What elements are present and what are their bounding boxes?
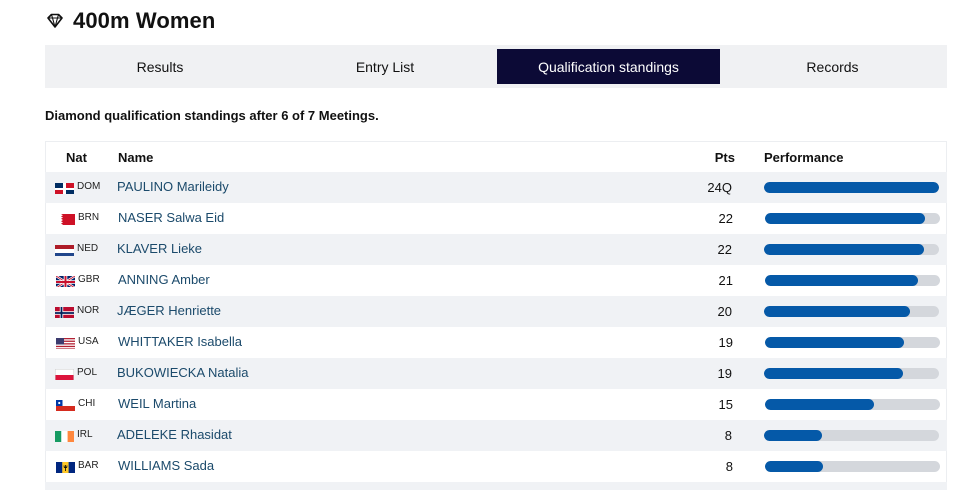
athlete-link[interactable]: NASER Salwa Eid [118,210,224,225]
table-row: DOM PAULINO Marileidy 24Q [45,172,947,203]
performance-bar [764,430,939,441]
table-row: IRL ADELEKE Rhasidat 8 [45,420,947,451]
tab-entry-list[interactable]: Entry List [275,45,495,88]
standings-note: Diamond qualification standings after 6 … [45,108,379,123]
page-title: 400m Women [73,8,216,33]
table-row: BAR WILLIAMS Sada 8 [45,451,947,482]
nat-code: NED [77,243,99,254]
nat-code: CHI [78,398,96,409]
athlete-link[interactable]: WILLIAMS Sada [118,458,214,473]
performance-bar [765,461,940,472]
points-value: 19 [717,366,732,381]
nat-code: POL [77,367,98,378]
table-row: BRN NASER Salwa Eid 22 [45,203,947,234]
table-row: USA WHITTAKER Isabella 19 [45,327,947,358]
flag-dom-icon [55,182,74,194]
performance-bar-fill [764,430,822,441]
flag-brn-icon [56,213,75,225]
performance-bar [765,275,940,286]
performance-bar-fill [765,337,904,348]
table-row: CHI WEIL Martina 15 [45,389,947,420]
page-header: 400m Women [46,8,215,34]
performance-bar-fill [765,275,918,286]
performance-bar [765,399,940,410]
header-nat: Nat [66,150,87,165]
performance-bar-fill [765,399,874,410]
nat-code: USA [78,336,99,347]
event-tabs: Results Entry List Qualification standin… [45,45,947,88]
nat-code: NOR [77,305,100,316]
performance-bar-fill [764,306,910,317]
table-header: Nat Name Pts Performance [45,141,947,172]
table-row: POL BUKOWIECKA Natalia 19 [45,358,947,389]
flag-irl-icon [55,430,74,442]
points-value: 24Q [707,180,732,195]
athlete-link[interactable]: WHITTAKER Isabella [118,334,242,349]
performance-bar-fill [764,368,903,379]
athlete-link[interactable]: WEIL Martina [118,396,196,411]
athlete-link[interactable]: BUKOWIECKA Natalia [117,365,249,380]
points-value: 19 [718,335,733,350]
points-value: 15 [718,397,733,412]
flag-chi-icon [56,399,75,411]
flag-pol-icon [55,368,74,380]
performance-bar [764,244,939,255]
performance-bar [765,337,940,348]
performance-bar-fill [764,244,924,255]
performance-bar-fill [765,461,823,472]
header-performance: Performance [764,150,844,165]
points-value: 22 [718,211,733,226]
flag-gbr-icon [56,275,75,287]
athlete-link[interactable]: JÆGER Henriette [117,303,221,318]
standings-table: Nat Name Pts Performance DOM PAULINO Mar… [45,141,947,491]
flag-ned-icon [55,244,74,256]
nat-code: GBR [78,274,100,285]
table-row [45,482,947,490]
table-row: GBR ANNING Amber 21 [45,265,947,296]
points-value: 8 [725,459,733,474]
flag-bar-icon [56,461,75,473]
table-row: NED KLAVER Lieke 22 [45,234,947,265]
points-value: 8 [724,428,732,443]
nat-code: BRN [78,212,100,223]
nat-code: IRL [77,429,93,440]
table-row: NOR JÆGER Henriette 20 [45,296,947,327]
performance-bar [764,306,939,317]
athlete-link[interactable]: PAULINO Marileidy [117,179,229,194]
athlete-link[interactable]: ADELEKE Rhasidat [117,427,232,442]
flag-nor-icon [55,306,74,318]
athlete-link[interactable]: ANNING Amber [118,272,210,287]
points-value: 22 [717,242,732,257]
nat-code: DOM [77,181,101,192]
athlete-link[interactable]: KLAVER Lieke [117,241,202,256]
diamond-icon [46,12,64,30]
performance-bar-fill [764,182,939,193]
tab-results[interactable]: Results [45,45,275,88]
tab-records[interactable]: Records [720,45,945,88]
flag-usa-icon [56,337,75,349]
performance-bar [764,182,939,193]
performance-bar-fill [765,213,925,224]
tab-qualification-standings[interactable]: Qualification standings [497,49,720,84]
nat-code: BAR [78,460,99,471]
header-pts: Pts [714,150,735,165]
performance-bar [764,368,939,379]
header-name: Name [118,150,154,165]
points-value: 21 [718,273,733,288]
points-value: 20 [717,304,732,319]
performance-bar [765,213,940,224]
